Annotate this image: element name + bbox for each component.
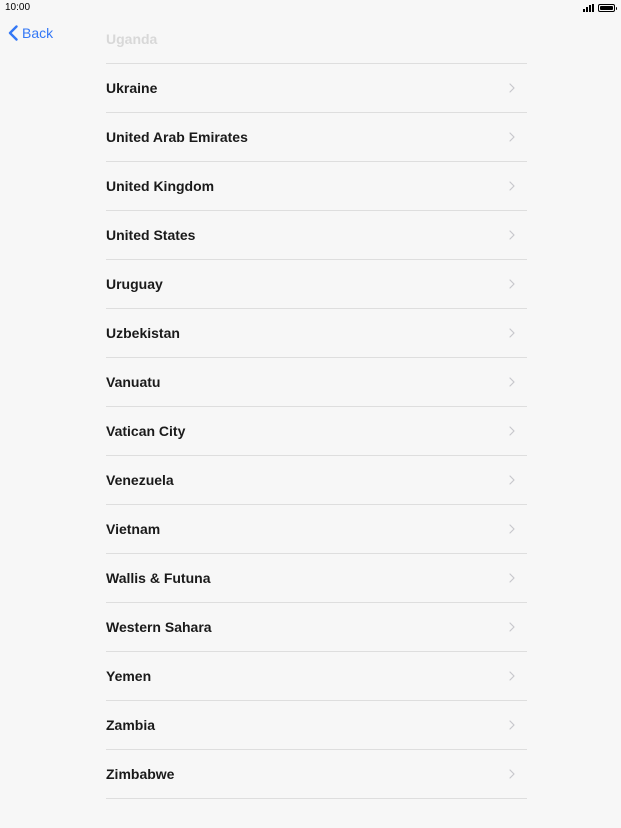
list-item[interactable]: Venezuela (106, 456, 527, 505)
chevron-right-icon (509, 426, 515, 436)
list-item[interactable]: Uganda (106, 15, 527, 64)
list-item[interactable]: Uruguay (106, 260, 527, 309)
country-label: Vatican City (106, 423, 186, 439)
chevron-right-icon (509, 279, 515, 289)
battery-icon (598, 4, 617, 12)
chevron-right-icon (509, 230, 515, 240)
chevron-right-icon (509, 328, 515, 338)
list-item[interactable]: Zambia (106, 701, 527, 750)
signal-icon (583, 4, 594, 12)
list-item[interactable]: Vatican City (106, 407, 527, 456)
list-item[interactable]: Vietnam (106, 505, 527, 554)
country-label: Yemen (106, 668, 152, 684)
chevron-right-icon (509, 622, 515, 632)
country-label: Zambia (106, 717, 156, 733)
list-item[interactable]: Uzbekistan (106, 309, 527, 358)
chevron-right-icon (509, 181, 515, 191)
status-bar: 10:00 (0, 0, 621, 16)
list-item[interactable]: Western Sahara (106, 603, 527, 652)
country-label: Venezuela (106, 472, 174, 488)
country-label: United Kingdom (106, 178, 215, 194)
status-icons (583, 3, 617, 13)
list-item[interactable]: Zimbabwe (106, 750, 527, 799)
back-label: Back (22, 25, 54, 41)
list-item[interactable]: Wallis & Futuna (106, 554, 527, 603)
chevron-right-icon (509, 671, 515, 681)
status-time: 10:00 (5, 2, 31, 13)
list-item[interactable]: United Kingdom (106, 162, 527, 211)
country-label: Western Sahara (106, 619, 212, 635)
chevron-right-icon (509, 475, 515, 485)
country-label: Ukraine (106, 80, 158, 96)
country-label: Vietnam (106, 521, 161, 537)
country-label: United States (106, 227, 196, 243)
country-label: Zimbabwe (106, 766, 175, 782)
list-item[interactable]: Yemen (106, 652, 527, 701)
list-item[interactable]: Vanuatu (106, 358, 527, 407)
country-label: Uganda (106, 31, 158, 47)
chevron-left-icon (8, 25, 18, 41)
country-label: Wallis & Futuna (106, 570, 211, 586)
chevron-right-icon (509, 524, 515, 534)
country-list: Uganda Ukraine United Arab Emirates United … (106, 15, 527, 799)
chevron-right-icon (509, 720, 515, 730)
chevron-right-icon (509, 573, 515, 583)
chevron-right-icon (509, 769, 515, 779)
back-button[interactable]: Back (8, 25, 53, 41)
country-label: Uruguay (106, 276, 163, 292)
chevron-right-icon (509, 377, 515, 387)
chevron-right-icon (509, 132, 515, 142)
chevron-right-icon (509, 83, 515, 93)
list-item[interactable]: United Arab Emirates (106, 113, 527, 162)
country-label: Uzbekistan (106, 325, 180, 341)
list-item[interactable]: Ukraine (106, 64, 527, 113)
list-item[interactable]: United States (106, 211, 527, 260)
country-label: United Arab Emirates (106, 129, 248, 145)
country-label: Vanuatu (106, 374, 161, 390)
